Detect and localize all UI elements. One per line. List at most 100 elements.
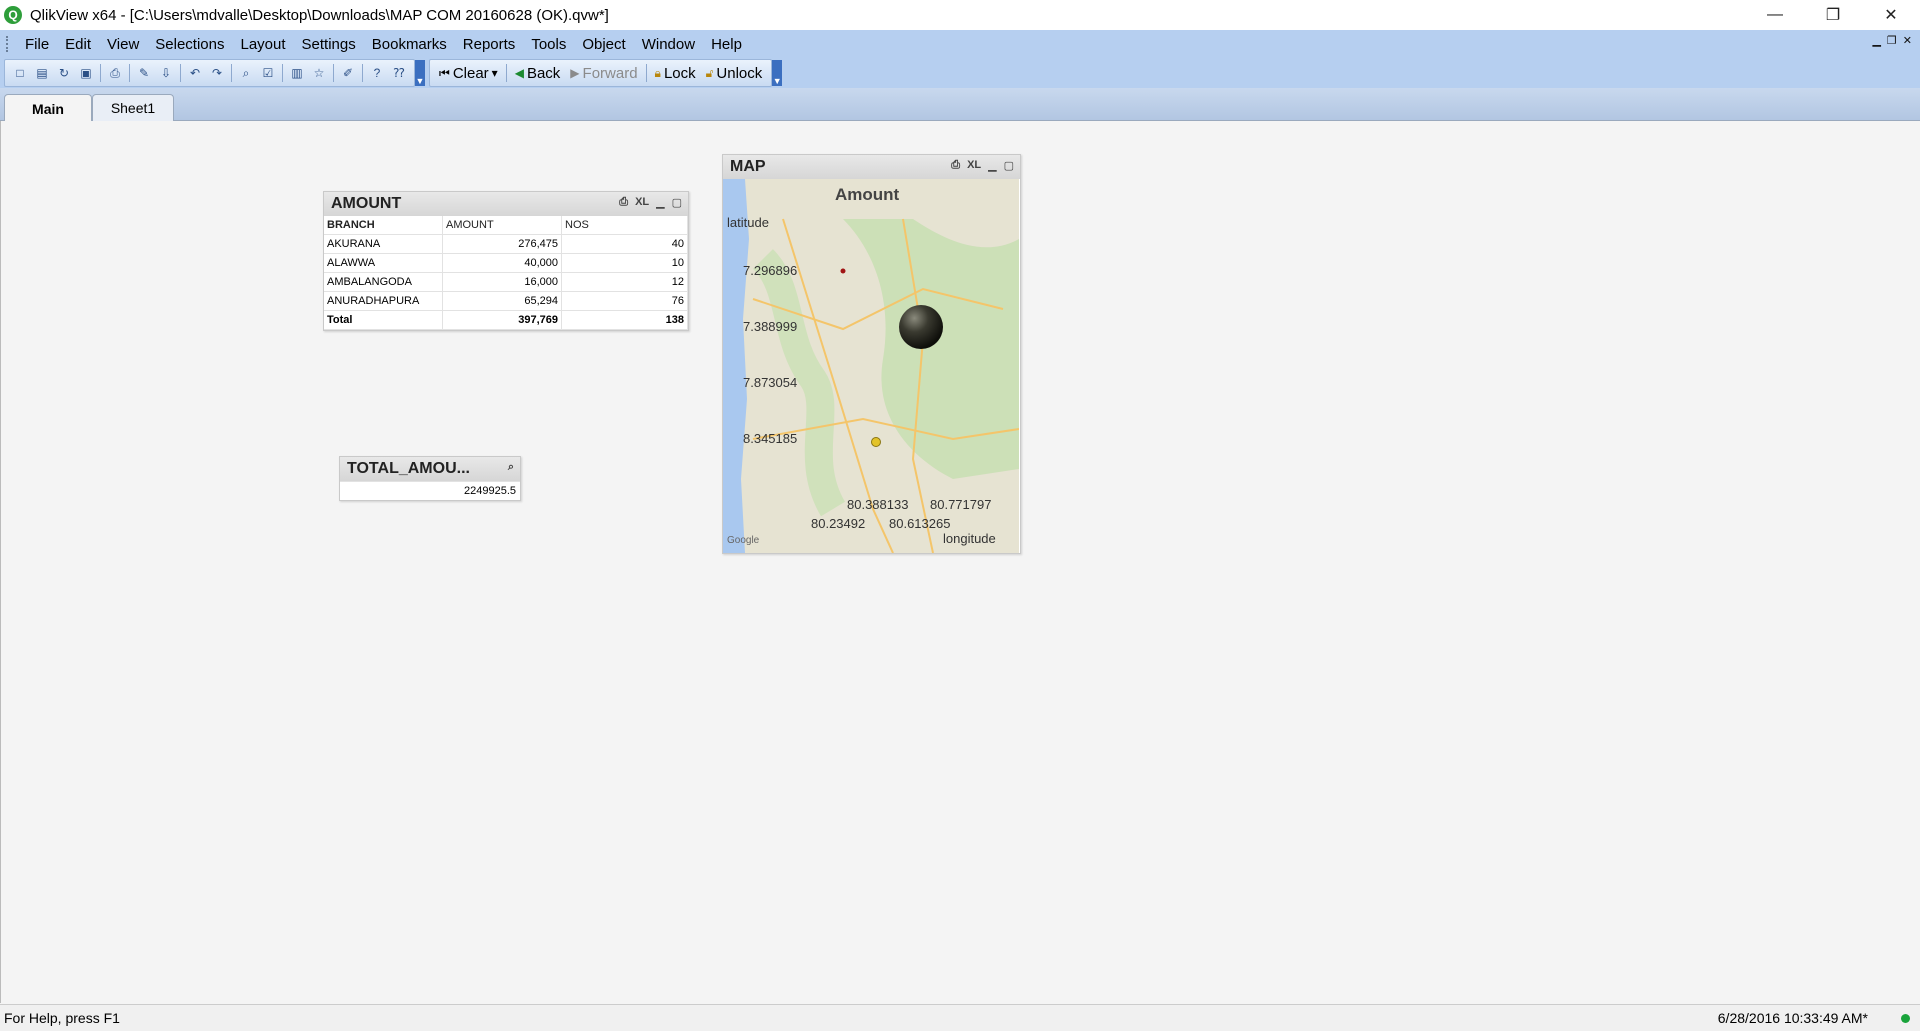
column-header-branch[interactable]: BRANCH <box>324 216 443 235</box>
toolbar-separator <box>129 64 130 82</box>
menu-settings[interactable]: Settings <box>294 36 364 53</box>
menu-help[interactable]: Help <box>703 36 750 53</box>
doc-restore-icon[interactable]: ❐ <box>1887 34 1897 47</box>
amount-caption-icons: ⎙ XL ▁ ▢ <box>619 196 682 209</box>
menu-layout[interactable]: Layout <box>233 36 294 53</box>
doc-minimize-icon[interactable]: ▁ <box>1872 34 1880 47</box>
menu-object[interactable]: Object <box>574 36 633 53</box>
toolbar-separator <box>180 64 181 82</box>
toolbar-options-chevron-icon[interactable]: ▼ <box>415 60 425 86</box>
total-nos: 138 <box>561 310 688 330</box>
navigation-toolbar: ⏮ Clear ▾ ◀ Back ▶ Forward 🔒︎ Lock 🔓︎ Un… <box>429 59 773 87</box>
maximize-icon[interactable]: ▢ <box>1004 159 1014 172</box>
clear-button[interactable]: ⏮ Clear ▾ <box>434 62 503 84</box>
tab-main[interactable]: Main <box>4 94 92 122</box>
open-server-icon[interactable]: ↻ <box>55 64 73 82</box>
lock-icon: 🔒︎ <box>654 65 661 80</box>
cell-branch[interactable]: ANURADHAPURA <box>324 291 443 311</box>
table-row[interactable]: ANURADHAPURA 65,294 76 <box>324 291 688 311</box>
menu-file[interactable]: File <box>17 36 57 53</box>
latitude-tick: 8.345185 <box>743 431 798 446</box>
print-icon[interactable]: ⎙ <box>106 64 124 82</box>
back-button[interactable]: ◀ Back <box>510 62 566 84</box>
print-icon[interactable]: ⎙ <box>619 196 628 209</box>
bookmark-star-icon[interactable]: ☆ <box>310 64 328 82</box>
connection-status-icon <box>1901 1013 1910 1023</box>
toolbar-separator <box>505 64 507 82</box>
total-amount-caption-icons: ⌕ <box>508 461 514 474</box>
menu-edit[interactable]: Edit <box>57 36 99 53</box>
cell-amount: 276,475 <box>442 234 562 254</box>
menu-selections[interactable]: Selections <box>147 36 232 53</box>
amount-table-caption[interactable]: AMOUNT ⎙ XL ▁ ▢ <box>324 192 688 216</box>
search-icon[interactable]: ⌕ <box>508 461 514 474</box>
total-amount-caption[interactable]: TOTAL_AMOU... ⌕ <box>340 457 520 481</box>
map-title: MAP <box>730 158 766 175</box>
context-help-icon[interactable]: ⁇ <box>390 64 408 82</box>
map-point-medium[interactable] <box>871 437 881 447</box>
window-title: QlikView x64 - [C:\Users\mdvalle\Desktop… <box>30 6 609 24</box>
redo-icon[interactable]: ↷ <box>208 64 226 82</box>
restore-button[interactable]: ❐ <box>1804 0 1862 30</box>
save-icon[interactable]: ▣ <box>77 64 95 82</box>
minimize-icon[interactable]: ▁ <box>988 159 996 172</box>
menu-tools[interactable]: Tools <box>523 36 574 53</box>
menu-view[interactable]: View <box>99 36 147 53</box>
send-to-excel-icon[interactable]: XL <box>967 159 981 172</box>
column-header-nos[interactable]: NOS <box>561 216 688 235</box>
table-row[interactable]: AMBALANGODA 16,000 12 <box>324 272 688 292</box>
table-row[interactable]: AKURANA 276,475 40 <box>324 234 688 254</box>
cell-branch[interactable]: AMBALANGODA <box>324 272 443 292</box>
help-icon[interactable]: ? <box>368 64 386 82</box>
open-folder-icon[interactable]: ▤ <box>33 64 51 82</box>
amount-table-object[interactable]: AMOUNT ⎙ XL ▁ ▢ BRANCH AMOUNT NOS AKURAN… <box>323 191 689 331</box>
minimize-button[interactable]: — <box>1746 0 1804 30</box>
create-chart-icon[interactable]: ▥ <box>288 64 306 82</box>
map-plot-area[interactable]: Amount latitude 7.296896 7.388999 7.8730… <box>723 179 1019 553</box>
menu-bookmarks[interactable]: Bookmarks <box>364 36 455 53</box>
qlikview-app-icon[interactable]: Q <box>4 6 22 24</box>
design-grid-icon[interactable]: ✐ <box>339 64 357 82</box>
latitude-axis-label: latitude <box>727 215 769 230</box>
unlock-button[interactable]: 🔓︎ Unlock <box>701 62 768 84</box>
toolbar-separator <box>645 64 647 82</box>
lock-label: Lock <box>663 64 696 82</box>
lock-button[interactable]: 🔒︎ Lock <box>650 62 701 84</box>
maximize-icon[interactable]: ▢ <box>672 196 682 209</box>
edit-script-icon[interactable]: ✎ <box>135 64 153 82</box>
minimize-icon[interactable]: ▁ <box>656 196 664 209</box>
cell-nos: 12 <box>561 272 688 292</box>
total-amount: 397,769 <box>442 310 562 330</box>
back-label: Back <box>526 64 561 82</box>
table-row[interactable]: ALAWWA 40,000 10 <box>324 253 688 273</box>
menu-grip <box>6 36 11 52</box>
total-amount-object[interactable]: TOTAL_AMOU... ⌕ 2249925.5 <box>339 456 521 501</box>
map-point-small[interactable] <box>840 268 846 274</box>
tab-sheet1[interactable]: Sheet1 <box>92 94 174 121</box>
cell-branch[interactable]: AKURANA <box>324 234 443 254</box>
cell-amount: 16,000 <box>442 272 562 292</box>
map-chart-object[interactable]: MAP ⎙ XL ▁ ▢ Amount latitude 7.296896 7.… <box>722 154 1021 554</box>
print-icon[interactable]: ⎙ <box>951 159 960 172</box>
toolbar-options-chevron-icon[interactable]: ▼ <box>772 60 783 86</box>
menu-reports[interactable]: Reports <box>455 36 524 53</box>
undo-icon[interactable]: ↶ <box>186 64 204 82</box>
map-chart-title: Amount <box>835 185 900 204</box>
new-document-icon[interactable]: □ <box>11 64 29 82</box>
close-button[interactable]: ✕ <box>1862 0 1920 30</box>
unlock-icon: 🔓︎ <box>705 65 714 80</box>
map-point-large[interactable] <box>899 305 943 349</box>
forward-button[interactable]: ▶ Forward <box>565 62 642 84</box>
current-selections-icon[interactable]: ☑ <box>259 64 277 82</box>
column-header-amount[interactable]: AMOUNT <box>442 216 562 235</box>
search-icon[interactable]: ⌕ <box>237 64 255 82</box>
map-caption[interactable]: MAP ⎙ XL ▁ ▢ <box>723 155 1020 179</box>
cell-branch[interactable]: ALAWWA <box>324 253 443 273</box>
send-to-excel-icon[interactable]: XL <box>635 196 649 209</box>
table-header-row: BRANCH AMOUNT NOS <box>324 216 688 235</box>
reload-icon[interactable]: ⇩ <box>157 64 175 82</box>
menu-window[interactable]: Window <box>634 36 703 53</box>
doc-close-icon[interactable]: ✕ <box>1903 34 1912 47</box>
table-total-row: Total 397,769 138 <box>324 310 688 330</box>
toolbar-separator <box>231 64 232 82</box>
